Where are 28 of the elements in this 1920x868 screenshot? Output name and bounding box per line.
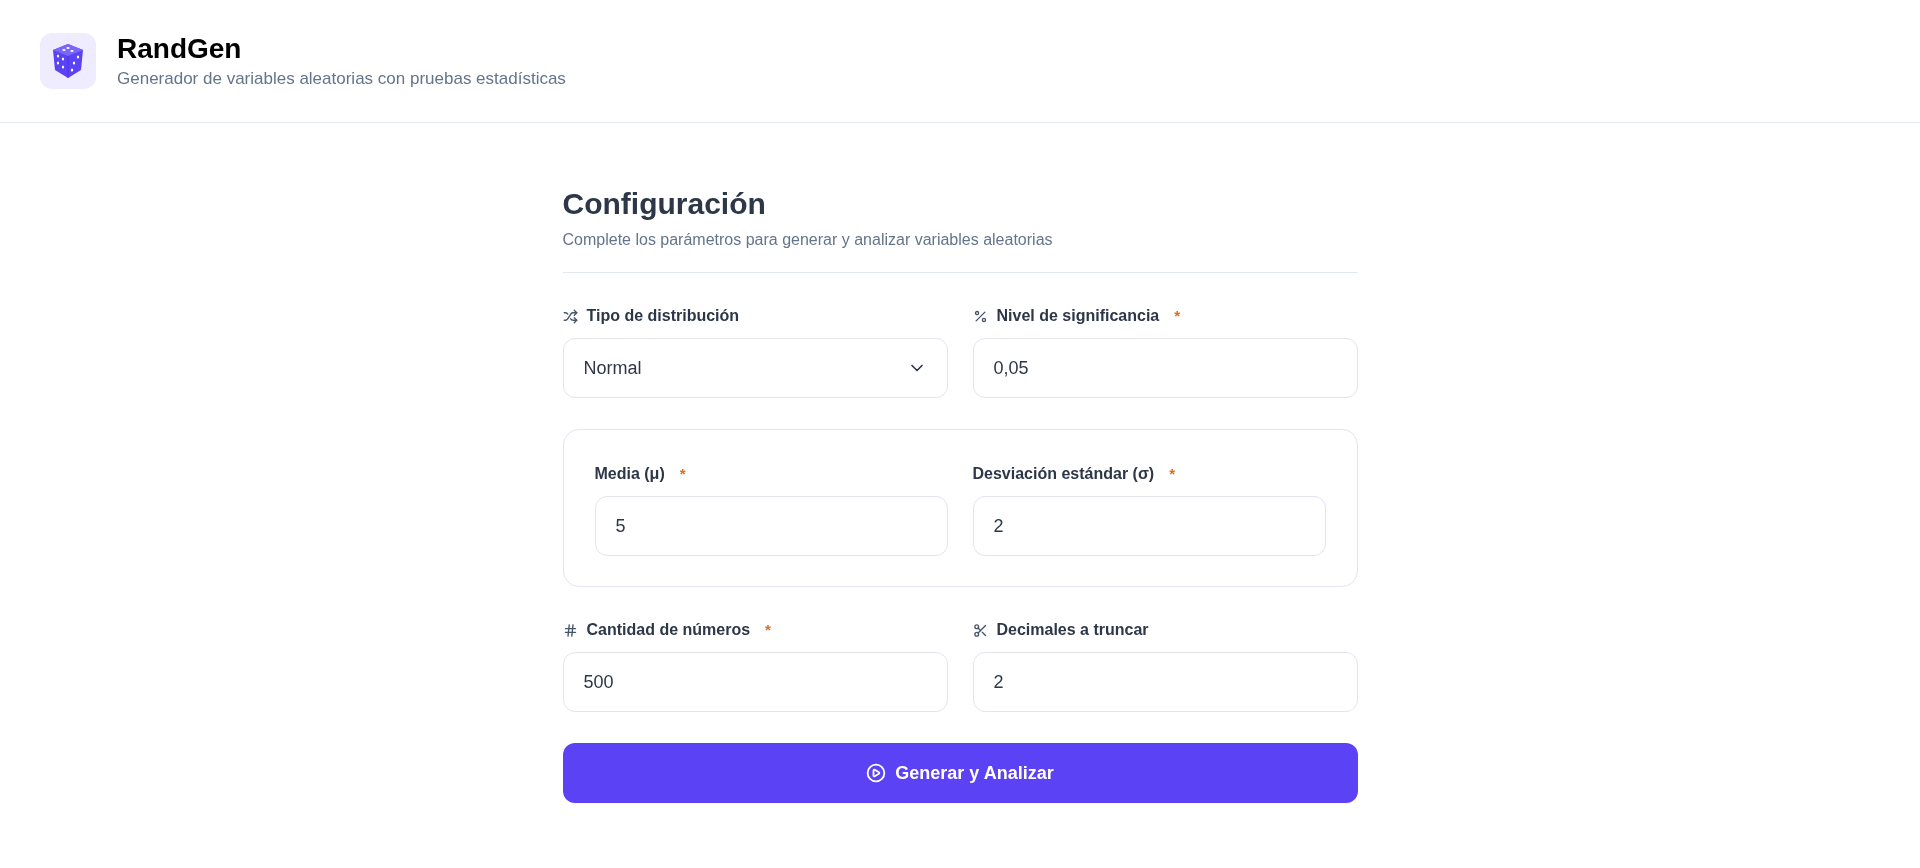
input-field[interactable]: 5 (594, 496, 948, 556)
scissors-icon (972, 622, 988, 638)
generate-button[interactable]: Generar y Analizar (562, 743, 1358, 803)
app-title: RandGen (117, 33, 243, 65)
required-mark: * (679, 463, 686, 484)
input-field[interactable]: 500 (562, 652, 948, 712)
field-label: Nivel de significancia (996, 306, 1160, 326)
section-subtitle: Complete los parámetros para generar y analizar variables aleatorias (562, 230, 1054, 250)
section-title: Configuración (562, 186, 767, 222)
required-mark: * (1169, 463, 1175, 484)
field-label: Cantidad de números (586, 620, 751, 640)
field-label: Desviación estándar (σ) (972, 464, 1155, 484)
field-label: Media (μ) (594, 464, 665, 484)
input-field[interactable]: 2 (972, 496, 1326, 556)
percent-icon (972, 308, 988, 324)
dice-icon (50, 42, 86, 80)
play-icon (866, 763, 887, 783)
distribution-select[interactable]: Normal (562, 338, 948, 398)
field-label: Tipo de distribución (586, 306, 740, 326)
required-mark: * (765, 619, 771, 640)
field-label: Decimales a truncar (996, 620, 1149, 640)
hash-icon (562, 622, 578, 638)
select-value: Normal (583, 356, 642, 380)
input-field[interactable]: 2 (972, 652, 1358, 712)
input-field[interactable]: 0,05 (972, 338, 1358, 398)
required-mark: * (1174, 305, 1181, 326)
shuffle-icon (562, 308, 578, 324)
app-subtitle: Generador de variables aleatorias con pruebas estadísticas (117, 69, 566, 89)
